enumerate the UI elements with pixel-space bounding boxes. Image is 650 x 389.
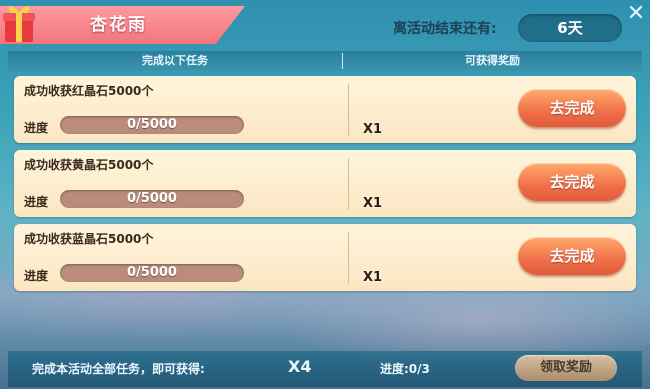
footer-progress: 进度:0/3 [380, 362, 430, 376]
column-header-tasks: 完成以下任务 [142, 54, 208, 67]
progress-bar: 0/5000 [60, 190, 244, 208]
task-divider [348, 232, 349, 284]
gift-box-icon [3, 6, 35, 42]
reward-quantity: X1 [363, 122, 383, 137]
go-complete-button[interactable]: 去完成 [518, 163, 626, 201]
task-title: 成功收获蓝晶石5000个 [24, 232, 154, 246]
progress-label: 进度 [24, 195, 49, 209]
progress-text: 0/5000 [127, 117, 177, 132]
close-icon[interactable]: ✕ [622, 0, 650, 28]
progress-text: 0/5000 [127, 191, 177, 206]
footer-summary: 完成本活动全部任务，即可获得: [32, 362, 205, 376]
task-card: 成功收获红晶石5000个 进度 0/5000 X1 去完成 [14, 76, 636, 143]
progress-bar: 0/5000 [60, 264, 244, 282]
reward-quantity: X1 [363, 196, 383, 211]
task-divider [348, 158, 349, 210]
task-card: 成功收获黄晶石5000个 进度 0/5000 X1 去完成 [14, 150, 636, 217]
reward-quantity: X1 [363, 270, 383, 285]
claim-reward-button[interactable]: 领取奖励 [515, 355, 617, 381]
task-card: 成功收获蓝晶石5000个 进度 0/5000 X1 去完成 [14, 224, 636, 291]
countdown-label: 离活动结束还有: [393, 21, 497, 37]
progress-bar: 0/5000 [60, 116, 244, 134]
page-title: 杏花雨 [90, 15, 147, 35]
progress-text: 0/5000 [127, 265, 177, 280]
progress-label: 进度 [24, 269, 49, 283]
progress-label: 进度 [24, 121, 49, 135]
countdown-value: 6天 [557, 19, 583, 37]
footer-reward-quantity: X4 [288, 357, 312, 376]
go-complete-button[interactable]: 去完成 [518, 237, 626, 275]
task-divider [348, 84, 349, 136]
task-title: 成功收获红晶石5000个 [24, 84, 154, 98]
task-title: 成功收获黄晶石5000个 [24, 158, 154, 172]
go-complete-button[interactable]: 去完成 [518, 89, 626, 127]
column-header-rewards: 可获得奖励 [465, 54, 520, 67]
